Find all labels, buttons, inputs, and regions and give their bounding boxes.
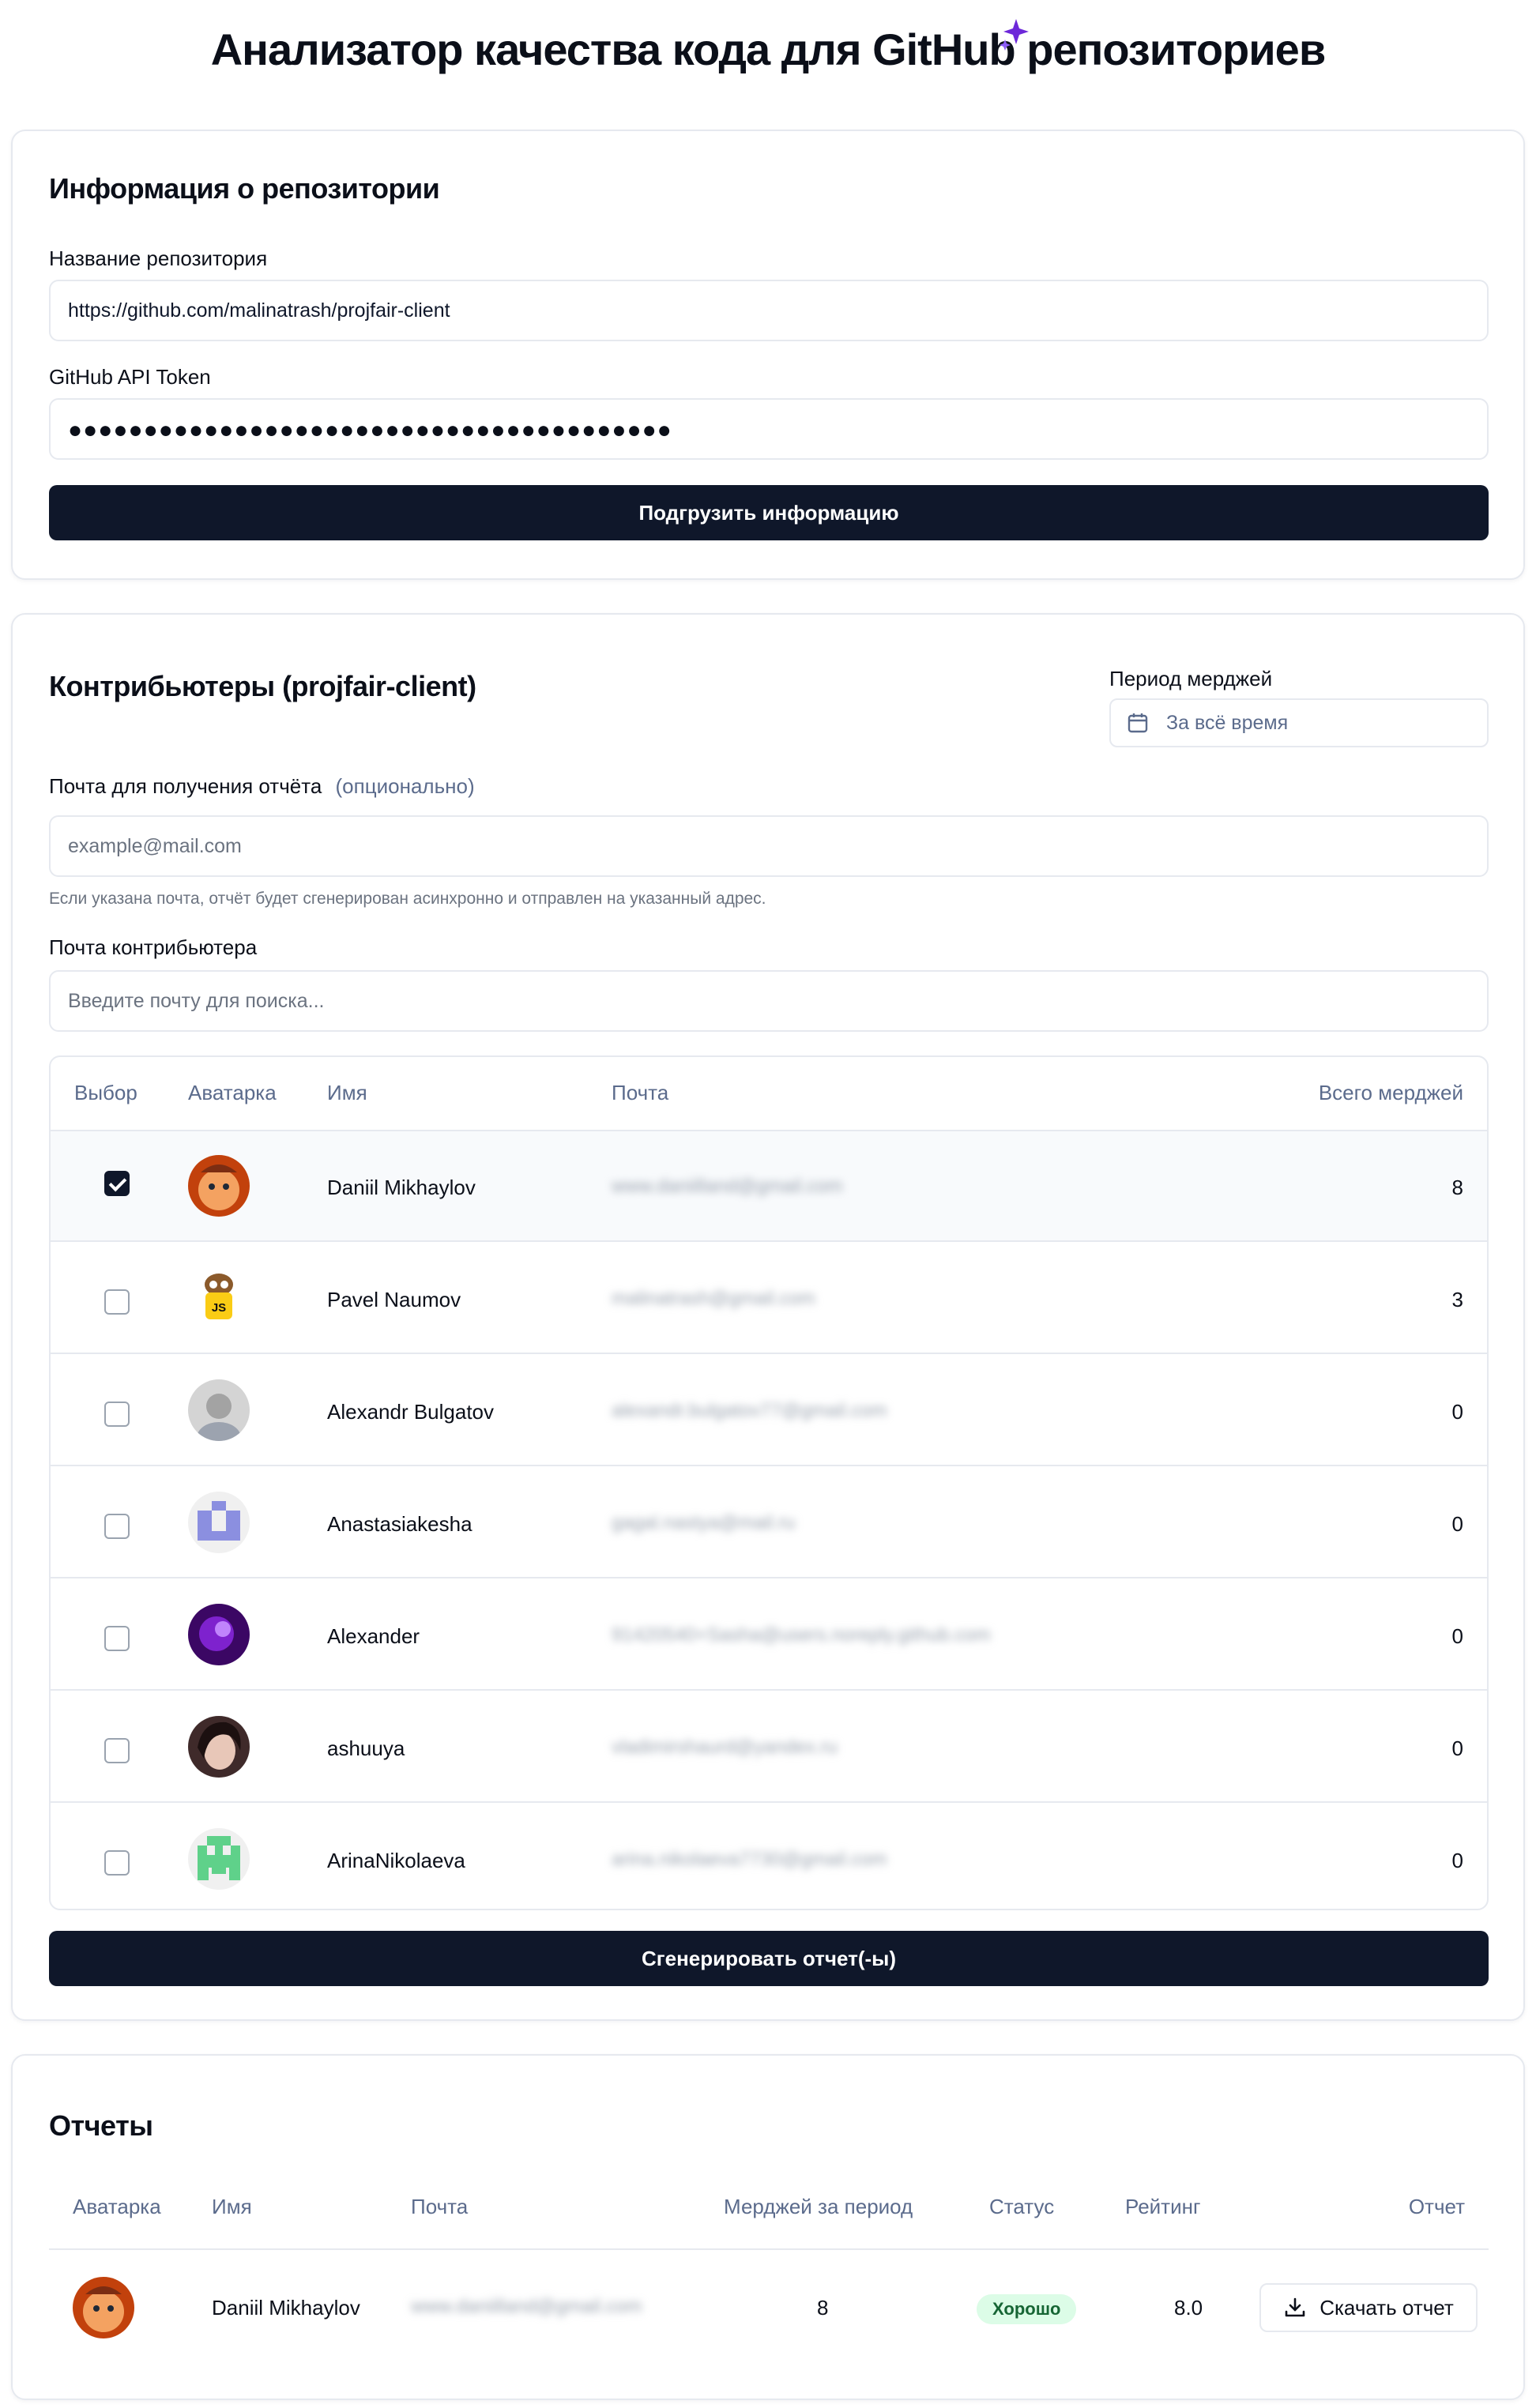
avatar bbox=[188, 1492, 250, 1553]
avatar bbox=[188, 1604, 250, 1665]
report-email-hint: Если указана почта, отчёт будет сгенерир… bbox=[49, 890, 766, 908]
sparkle-icon bbox=[1000, 19, 1029, 51]
contributor-name: ArinaNikolaeva bbox=[327, 1849, 465, 1872]
status-badge: Хорошо bbox=[977, 2294, 1077, 2324]
reports-table-header: Аватарка Имя Почта Мерджей за период Ста… bbox=[49, 2195, 1489, 2250]
contributor-search-input[interactable] bbox=[49, 970, 1489, 1032]
rcol-name: Имя bbox=[212, 2195, 252, 2218]
svg-text:JS: JS bbox=[212, 1301, 226, 1315]
table-row[interactable]: JS Pavel Naumov malinatrash@gmail.com 3 bbox=[51, 1244, 1487, 1354]
contributor-email: gagal.nastya@mail.ru bbox=[612, 1512, 796, 1533]
repo-url-input[interactable] bbox=[49, 280, 1489, 341]
download-label: Скачать отчет bbox=[1320, 2295, 1454, 2320]
merge-count: 0 bbox=[1451, 1624, 1463, 1648]
avatar bbox=[188, 1379, 250, 1441]
merge-count: 0 bbox=[1451, 1512, 1463, 1536]
col-total-merges: Всего мерджей bbox=[1318, 1081, 1463, 1104]
period-picker[interactable]: За всё время bbox=[1109, 698, 1489, 747]
merge-count: 0 bbox=[1451, 1849, 1463, 1872]
generate-report-button[interactable]: Сгенерировать отчет(-ы) bbox=[49, 1931, 1489, 1986]
rcol-avatar: Аватарка bbox=[73, 2195, 161, 2218]
table-row[interactable]: Alexander 91420540+Sasha@users.noreply.g… bbox=[51, 1580, 1487, 1691]
merge-count: 0 bbox=[1451, 1400, 1463, 1424]
repo-info-card: Информация о репозитории Название репози… bbox=[11, 130, 1525, 580]
contributor-email: alexandr.bulgatov77@gmail.com bbox=[612, 1400, 887, 1421]
contributor-name: Daniil Mikhaylov bbox=[327, 1176, 476, 1199]
period-label: Период мерджей bbox=[1109, 667, 1273, 690]
row-checkbox[interactable] bbox=[104, 1738, 130, 1763]
contributor-name: Alexander bbox=[327, 1624, 420, 1648]
row-checkbox[interactable] bbox=[104, 1402, 130, 1427]
rcol-email: Почта bbox=[411, 2195, 469, 2218]
token-label: GitHub API Token bbox=[49, 365, 211, 389]
avatar bbox=[188, 1155, 250, 1217]
table-header: Выбор Аватарка Имя Почта Всего мерджей bbox=[51, 1057, 1487, 1131]
table-row[interactable]: ashuuya vladimirshaurd@yandex.ru 0 bbox=[51, 1692, 1487, 1803]
rcol-rating: Рейтинг bbox=[1125, 2195, 1201, 2218]
row-checkbox[interactable] bbox=[104, 1171, 130, 1196]
period-value: За всё время bbox=[1166, 711, 1289, 734]
report-email-label: Почта для получения отчёта (опционально) bbox=[49, 774, 475, 798]
optional-tag: (опционально) bbox=[335, 774, 475, 798]
report-email-input[interactable] bbox=[49, 815, 1489, 877]
row-checkbox[interactable] bbox=[104, 1514, 130, 1539]
token-input[interactable]: ●●●●●●●●●●●●●●●●●●●●●●●●●●●●●●●●●●●●●●●● bbox=[49, 398, 1489, 460]
contributor-name: Alexandr Bulgatov bbox=[327, 1400, 495, 1424]
merge-count: 0 bbox=[1451, 1736, 1463, 1760]
report-name: Daniil Mikhaylov bbox=[212, 2296, 360, 2320]
reports-card: Отчеты Аватарка Имя Почта Мерджей за пер… bbox=[11, 2054, 1525, 2400]
row-checkbox[interactable] bbox=[104, 1626, 130, 1651]
repo-card-title: Информация о репозитории bbox=[49, 172, 440, 205]
avatar bbox=[188, 1828, 250, 1890]
contributors-table: Выбор Аватарка Имя Почта Всего мерджей D… bbox=[49, 1055, 1489, 1910]
calendar-icon bbox=[1128, 713, 1148, 733]
contributor-email: malinatrash@gmail.com bbox=[612, 1288, 815, 1309]
rcol-status: Статус bbox=[989, 2195, 1055, 2218]
rcol-report: Отчет bbox=[1408, 2195, 1465, 2218]
report-row: Daniil Mikhaylov www.daniilland@gmail.co… bbox=[49, 2252, 1489, 2362]
contributors-card-title: Контрибьютеры (projfair-client) bbox=[49, 670, 476, 702]
avatar bbox=[188, 1716, 250, 1778]
page-title: Анализатор качества кода для GitHub репо… bbox=[210, 24, 1327, 74]
contributor-email: www.daniilland@gmail.com bbox=[612, 1176, 843, 1197]
load-info-button[interactable]: Подгрузить информацию bbox=[49, 485, 1489, 540]
download-icon bbox=[1285, 2297, 1305, 2317]
contributor-email-label: Почта контрибьютера bbox=[49, 935, 258, 959]
contributor-email: arina.nikolaeva7730@gmail.com bbox=[612, 1849, 887, 1870]
report-rating: 8.0 bbox=[1174, 2296, 1203, 2320]
token-masked-value: ●●●●●●●●●●●●●●●●●●●●●●●●●●●●●●●●●●●●●●●● bbox=[68, 417, 672, 443]
row-checkbox[interactable] bbox=[104, 1850, 130, 1876]
col-avatar: Аватарка bbox=[188, 1081, 277, 1104]
report-email: www.daniilland@gmail.com bbox=[411, 2296, 642, 2317]
contributor-name: Pavel Naumov bbox=[327, 1288, 461, 1311]
contributor-email: vladimirshaurd@yandex.ru bbox=[612, 1736, 838, 1758]
contributor-name: Anastasiakesha bbox=[327, 1512, 472, 1536]
merge-count: 8 bbox=[1451, 1176, 1463, 1199]
contributor-email: 91420540+Sasha@users.noreply.github.com bbox=[612, 1624, 991, 1646]
col-name: Имя bbox=[327, 1081, 367, 1104]
contributors-card: Контрибьютеры (projfair-client) Период м… bbox=[11, 613, 1525, 2021]
col-select: Выбор bbox=[74, 1081, 137, 1104]
table-row[interactable]: Anastasiakesha gagal.nastya@mail.ru 0 bbox=[51, 1468, 1487, 1578]
col-email: Почта bbox=[612, 1081, 669, 1104]
repo-name-label: Название репозитория bbox=[49, 246, 268, 270]
table-row[interactable]: ArinaNikolaeva arina.nikolaeva7730@gmail… bbox=[51, 1804, 1487, 1909]
table-row[interactable]: Alexandr Bulgatov alexandr.bulgatov77@gm… bbox=[51, 1356, 1487, 1466]
merge-count: 3 bbox=[1451, 1288, 1463, 1311]
avatar bbox=[73, 2277, 134, 2338]
report-merges: 8 bbox=[817, 2296, 829, 2320]
avatar: JS bbox=[188, 1267, 250, 1329]
contributor-name: ashuuya bbox=[327, 1736, 405, 1760]
reports-card-title: Отчеты bbox=[49, 2109, 153, 2142]
download-report-button[interactable]: Скачать отчет bbox=[1259, 2283, 1478, 2332]
row-checkbox[interactable] bbox=[104, 1289, 130, 1315]
table-row[interactable]: Daniil Mikhaylov www.daniilland@gmail.co… bbox=[51, 1131, 1487, 1242]
rcol-merges-period: Мерджей за период bbox=[724, 2195, 913, 2218]
